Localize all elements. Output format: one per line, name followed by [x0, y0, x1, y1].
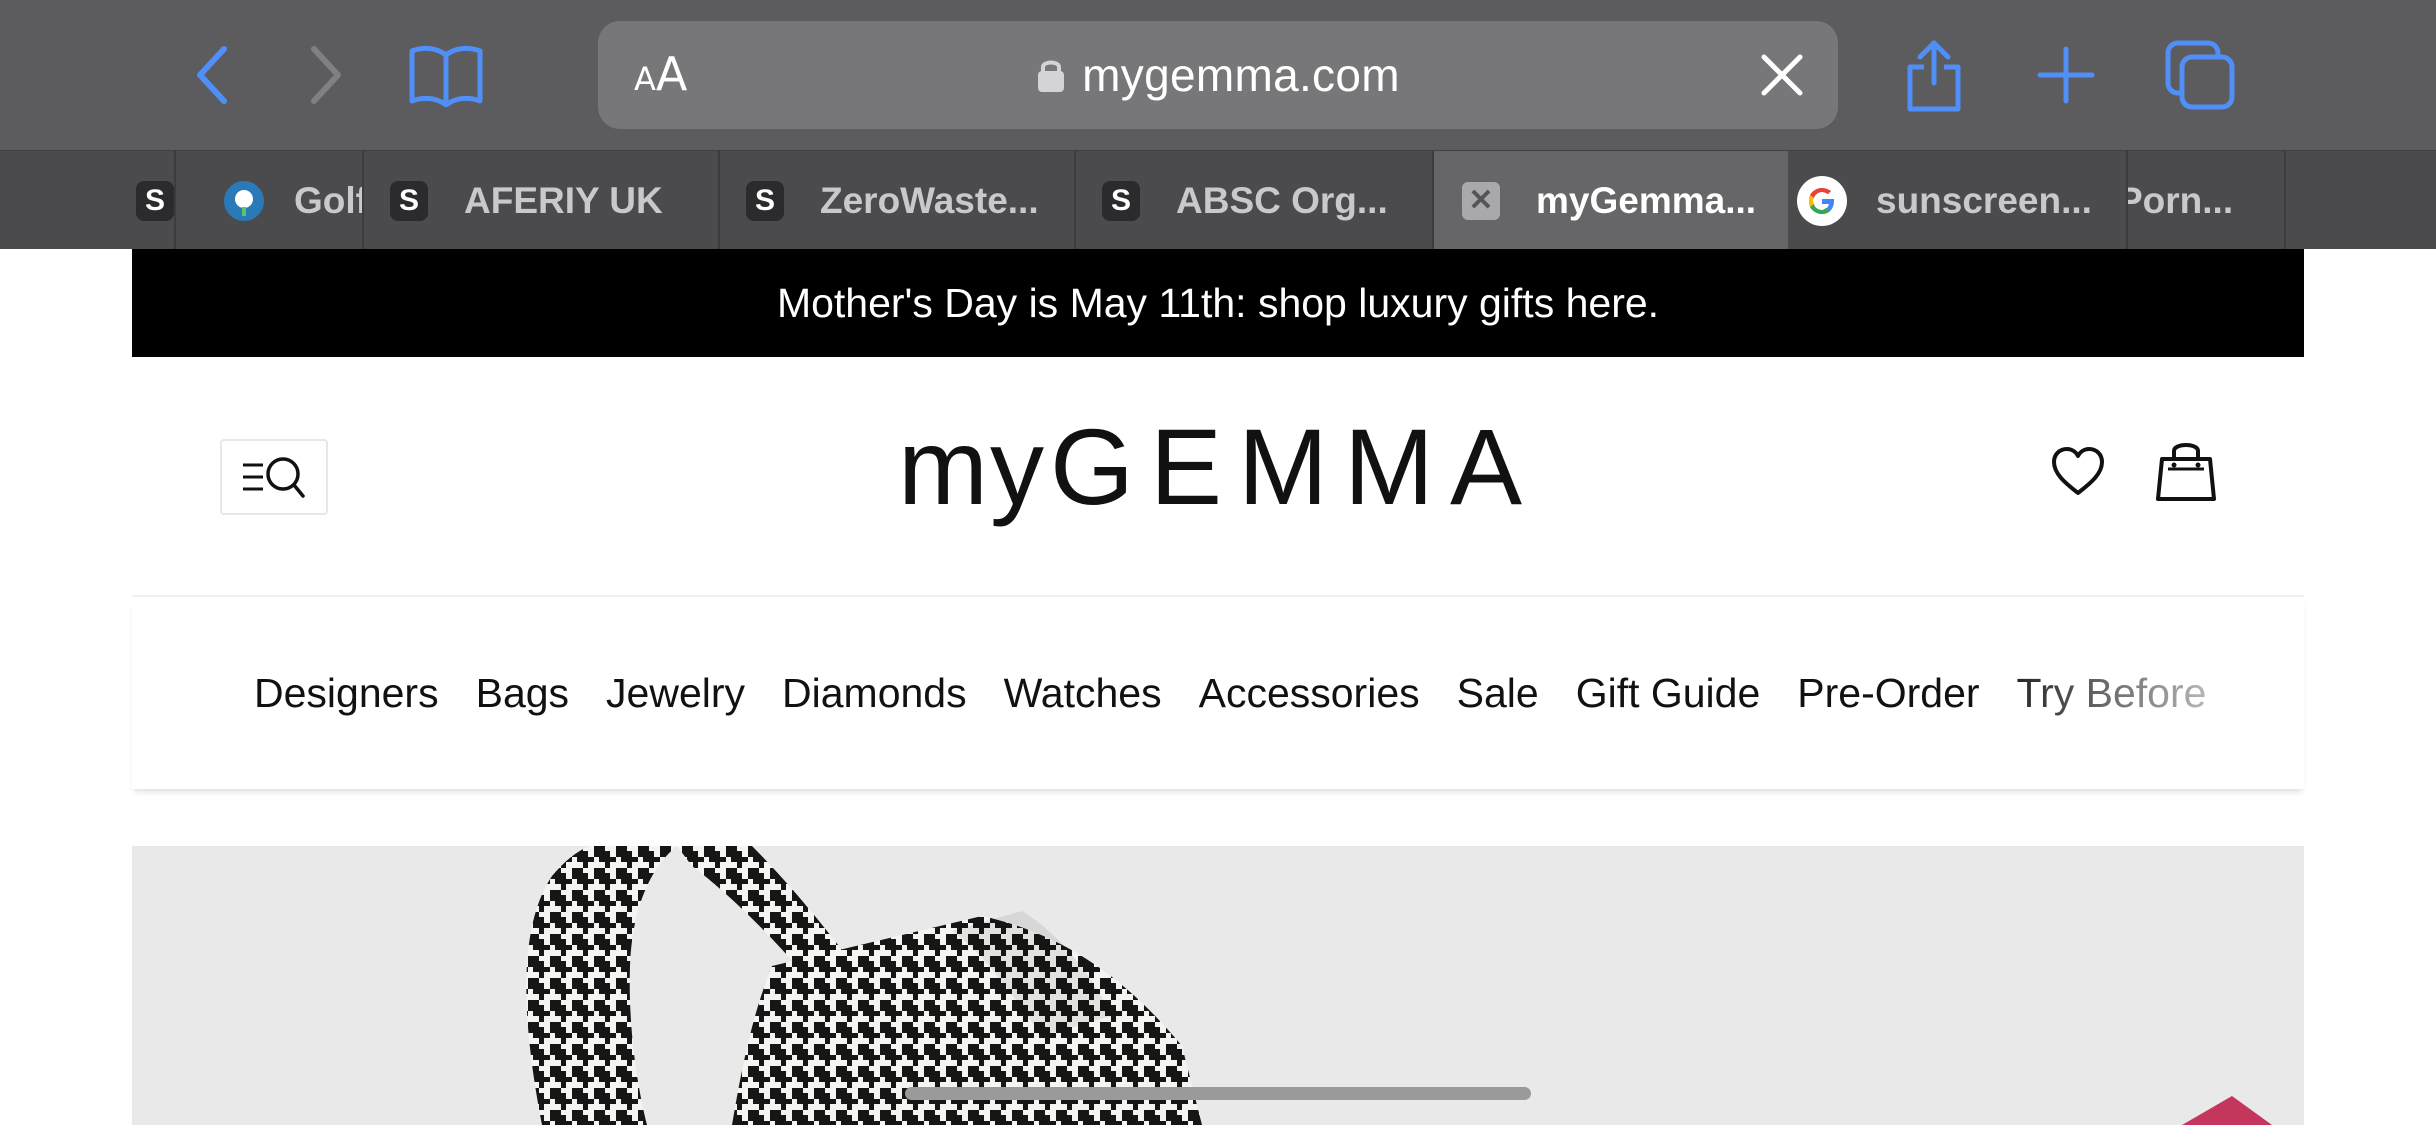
- bookmarks-icon: [409, 45, 483, 107]
- nav-watches[interactable]: Watches: [1004, 670, 1162, 717]
- golf-favicon-icon: [224, 180, 264, 221]
- tab-title: myGemma...: [1536, 179, 1757, 221]
- nav-gift-guide[interactable]: Gift Guide: [1576, 670, 1761, 717]
- nav-pre-order[interactable]: Pre-Order: [1797, 670, 1979, 717]
- tab-empty[interactable]: [2284, 151, 2436, 250]
- nav-diamonds[interactable]: Diamonds: [782, 670, 967, 717]
- close-tab-icon[interactable]: ✕: [1462, 181, 1500, 220]
- lock-icon: [1038, 60, 1065, 92]
- wishlist-button[interactable]: [2050, 445, 2106, 502]
- new-tab-button[interactable]: [2026, 32, 2106, 118]
- tab-mygemma-active[interactable]: ✕ myGemma...: [1432, 151, 1788, 250]
- tab-strip: S Golf S AFERIY UK S ZeroWaste... S ABSC…: [0, 150, 2436, 250]
- google-favicon-icon: [1797, 175, 1847, 226]
- forward-icon: [311, 46, 341, 104]
- cart-button[interactable]: [2154, 437, 2218, 508]
- tabs-icon: [2165, 40, 2235, 110]
- tab-title: Golf: [294, 179, 362, 221]
- share-button[interactable]: [1894, 32, 1974, 118]
- tab-favicon: S: [390, 180, 428, 221]
- houndstooth-bag-image: [526, 846, 2272, 1125]
- logo-brand: GEMMA: [1049, 406, 1538, 527]
- tab-aferiy[interactable]: S AFERIY UK: [362, 151, 718, 250]
- tab-1[interactable]: S: [24, 151, 174, 250]
- site-header: myGEMMA: [132, 357, 2304, 595]
- tabs-overview-button[interactable]: [2160, 32, 2240, 118]
- bookmarks-button[interactable]: [406, 32, 486, 118]
- tab-favicon: S: [1102, 180, 1140, 221]
- tab-title: AFERIY UK: [464, 179, 663, 221]
- promo-banner[interactable]: Mother's Day is May 11th: shop luxury gi…: [132, 249, 2304, 357]
- tab-absc[interactable]: S ABSC Org...: [1074, 151, 1432, 250]
- site-logo[interactable]: myGEMMA: [132, 397, 2304, 537]
- logo-my: my: [898, 406, 1046, 527]
- nav-accessories[interactable]: Accessories: [1199, 670, 1420, 717]
- forward-button[interactable]: [286, 32, 366, 118]
- hero-banner[interactable]: [132, 846, 2304, 1125]
- tab-title: Porn...: [2126, 179, 2234, 221]
- tab-zerowaste[interactable]: S ZeroWaste...: [718, 151, 1074, 250]
- tab-title: sunscreen...: [1876, 179, 2092, 221]
- new-tab-icon: [2037, 46, 2095, 104]
- heart-icon: [2052, 447, 2104, 495]
- back-icon: [197, 46, 227, 104]
- tab-favicon: S: [746, 180, 784, 221]
- nav-try-before[interactable]: Try Before: [2017, 670, 2207, 717]
- tab-partial[interactable]: Porn...: [2126, 151, 2284, 250]
- nav-designers[interactable]: Designers: [254, 670, 439, 717]
- url-text: mygemma.com: [1082, 49, 1400, 101]
- tab-favicon: S: [136, 180, 174, 221]
- tab-sunscreen[interactable]: sunscreen...: [1788, 151, 2128, 250]
- share-icon: [1907, 40, 1961, 112]
- url-display[interactable]: mygemma.com: [598, 21, 1838, 129]
- clear-url-button[interactable]: [1756, 49, 1808, 101]
- clear-icon: [1761, 54, 1803, 96]
- shopping-bag-icon: [2156, 443, 2216, 501]
- tab-title: ABSC Org...: [1176, 179, 1388, 221]
- nav-sale[interactable]: Sale: [1457, 670, 1539, 717]
- home-indicator: [905, 1087, 1531, 1100]
- nav-list: Designers Bags Jewelry Diamonds Watches …: [254, 597, 2224, 789]
- main-navigation: Designers Bags Jewelry Diamonds Watches …: [132, 597, 2304, 789]
- tab-golf[interactable]: Golf: [174, 151, 362, 250]
- promo-text: Mother's Day is May 11th: shop luxury gi…: [776, 279, 1660, 326]
- back-button[interactable]: [172, 32, 252, 118]
- nav-bags[interactable]: Bags: [476, 670, 569, 717]
- browser-toolbar: AA mygemma.com: [0, 0, 2436, 150]
- address-bar[interactable]: AA mygemma.com: [598, 21, 1838, 129]
- nav-jewelry[interactable]: Jewelry: [606, 670, 745, 717]
- tab-title: ZeroWaste...: [820, 179, 1039, 221]
